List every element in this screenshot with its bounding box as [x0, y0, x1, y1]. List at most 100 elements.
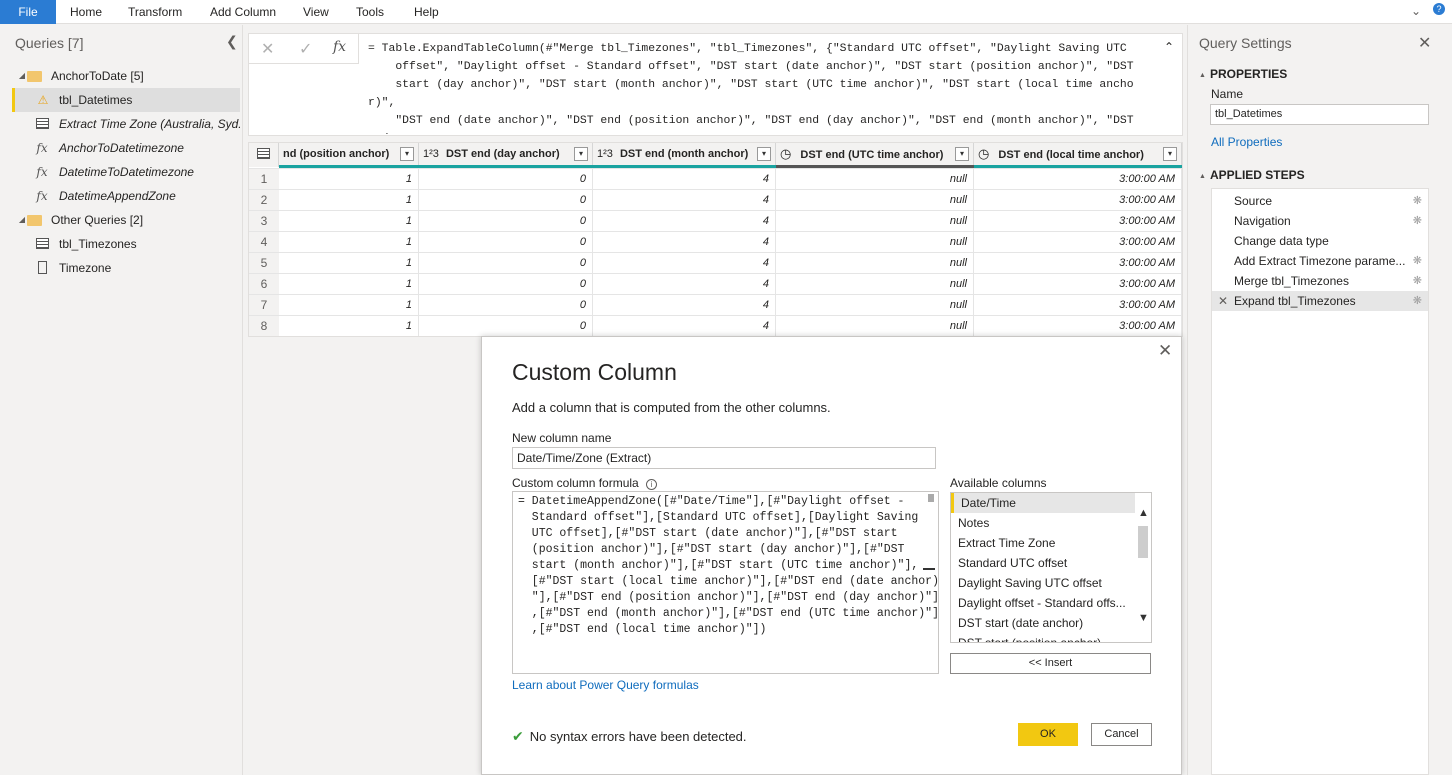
- query-name-input[interactable]: tbl_Datetimes: [1210, 104, 1429, 125]
- table-cell[interactable]: 0: [419, 274, 593, 294]
- step-merge-tbl-timezones[interactable]: Merge tbl_Timezones ❋: [1212, 271, 1428, 291]
- collapse-formula-icon[interactable]: ⌃: [1164, 40, 1174, 54]
- tab-home[interactable]: Home: [70, 0, 102, 24]
- time-type-icon[interactable]: ◷: [780, 143, 791, 165]
- all-properties-link[interactable]: All Properties: [1211, 135, 1282, 149]
- column-header-dst-end-local[interactable]: ◷ DST end (local time anchor) ▾: [974, 143, 1182, 167]
- table-row[interactable]: 6 1 0 4 null 3:00:00 AM: [249, 273, 1182, 294]
- number-type-icon[interactable]: 1²3: [597, 143, 613, 165]
- column-filter-icon[interactable]: ▾: [400, 147, 414, 161]
- query-item-extract-time-zone[interactable]: Extract Time Zone (Australia, Syd...: [12, 112, 240, 136]
- close-icon[interactable]: ✕: [1158, 341, 1172, 361]
- column-header-dst-end-month[interactable]: 1²3 DST end (month anchor) ▾: [593, 143, 776, 167]
- available-column-item[interactable]: DST start (date anchor): [951, 613, 1135, 633]
- table-cell[interactable]: 4: [593, 253, 776, 273]
- time-type-icon[interactable]: ◷: [978, 143, 989, 165]
- table-cell[interactable]: 4: [593, 316, 776, 336]
- column-header-dst-end-day[interactable]: 1²3 DST end (day anchor) ▾: [419, 143, 593, 167]
- table-cell[interactable]: 4: [593, 232, 776, 252]
- table-cell[interactable]: 0: [419, 211, 593, 231]
- table-cell[interactable]: 3:00:00 AM: [974, 232, 1182, 252]
- table-row[interactable]: 8 1 0 4 null 3:00:00 AM: [249, 315, 1182, 336]
- query-item-datetimetodatetimezone[interactable]: fx DatetimeToDatetimezone: [12, 160, 240, 184]
- column-header-position-anchor[interactable]: nd (position anchor) ▾: [279, 143, 419, 167]
- table-row[interactable]: 5 1 0 4 null 3:00:00 AM: [249, 252, 1182, 273]
- step-source[interactable]: Source ❋: [1212, 191, 1428, 211]
- table-cell[interactable]: 0: [419, 316, 593, 336]
- table-cell[interactable]: 1: [279, 295, 419, 315]
- column-filter-icon[interactable]: ▾: [955, 147, 969, 161]
- tab-transform[interactable]: Transform: [128, 0, 182, 24]
- formula-editor[interactable]: = DatetimeAppendZone([#"Date/Time"],[#"D…: [512, 491, 939, 674]
- table-cell[interactable]: null: [776, 316, 974, 336]
- query-group-other-queries[interactable]: ◢ Other Queries [2]: [12, 208, 240, 232]
- step-expand-tbl-timezones[interactable]: ✕ Expand tbl_Timezones ❋: [1212, 291, 1428, 311]
- table-cell[interactable]: 1: [279, 169, 419, 189]
- query-item-tbl-timezones[interactable]: tbl_Timezones: [12, 232, 240, 256]
- insert-button[interactable]: << Insert: [950, 653, 1151, 674]
- step-add-extract-timezone[interactable]: Add Extract Timezone parame... ❋: [1212, 251, 1428, 271]
- table-cell[interactable]: 3:00:00 AM: [974, 190, 1182, 210]
- cancel-button[interactable]: Cancel: [1091, 723, 1152, 746]
- delete-step-icon[interactable]: ✕: [1218, 291, 1228, 311]
- table-cell[interactable]: null: [776, 295, 974, 315]
- close-icon[interactable]: ✕: [1418, 33, 1431, 53]
- gear-icon[interactable]: ❋: [1413, 271, 1422, 291]
- tab-tools[interactable]: Tools: [356, 0, 384, 24]
- table-cell[interactable]: 4: [593, 274, 776, 294]
- help-icon[interactable]: ?: [1433, 3, 1445, 15]
- gear-icon[interactable]: ❋: [1413, 251, 1422, 271]
- row-number[interactable]: 7: [249, 295, 279, 315]
- table-cell[interactable]: 0: [419, 232, 593, 252]
- step-change-data-type[interactable]: Change data type: [1212, 231, 1428, 251]
- collapse-pane-icon[interactable]: ❮: [226, 33, 238, 50]
- table-cell[interactable]: 3:00:00 AM: [974, 211, 1182, 231]
- table-cell[interactable]: 3:00:00 AM: [974, 169, 1182, 189]
- tab-add-column[interactable]: Add Column: [210, 0, 276, 24]
- table-cell[interactable]: 1: [279, 232, 419, 252]
- table-cell[interactable]: 1: [279, 190, 419, 210]
- available-columns-scrollbar[interactable]: ▲ ▼: [1135, 493, 1151, 642]
- row-number[interactable]: 8: [249, 316, 279, 336]
- table-row[interactable]: 7 1 0 4 null 3:00:00 AM: [249, 294, 1182, 315]
- column-filter-icon[interactable]: ▾: [574, 147, 588, 161]
- table-cell[interactable]: 3:00:00 AM: [974, 253, 1182, 273]
- table-cell[interactable]: 0: [419, 169, 593, 189]
- table-cell[interactable]: 1: [279, 211, 419, 231]
- row-number[interactable]: 5: [249, 253, 279, 273]
- column-header-dst-end-utc[interactable]: ◷ DST end (UTC time anchor) ▾: [776, 143, 974, 167]
- table-row[interactable]: 4 1 0 4 null 3:00:00 AM: [249, 231, 1182, 252]
- table-cell[interactable]: null: [776, 232, 974, 252]
- table-cell[interactable]: null: [776, 190, 974, 210]
- scrollbar-thumb[interactable]: [1138, 526, 1148, 558]
- query-item-anchortodatetimezone[interactable]: fx AnchorToDatetimezone: [12, 136, 240, 160]
- table-cell[interactable]: 0: [419, 190, 593, 210]
- table-cell[interactable]: null: [776, 169, 974, 189]
- available-column-item[interactable]: Daylight Saving UTC offset: [951, 573, 1135, 593]
- number-type-icon[interactable]: 1²3: [423, 143, 439, 165]
- commit-formula-icon[interactable]: ✓: [299, 39, 312, 59]
- available-column-item[interactable]: Notes: [951, 513, 1135, 533]
- tab-view[interactable]: View: [303, 0, 329, 24]
- available-column-item[interactable]: Standard UTC offset: [951, 553, 1135, 573]
- applied-steps-header[interactable]: APPLIED STEPS: [1199, 168, 1305, 182]
- table-cell[interactable]: null: [776, 274, 974, 294]
- table-cell[interactable]: 0: [419, 295, 593, 315]
- table-cell[interactable]: null: [776, 253, 974, 273]
- query-group-anchortodate[interactable]: ◢ AnchorToDate [5]: [12, 64, 240, 88]
- gear-icon[interactable]: ❋: [1413, 191, 1422, 211]
- formula-scrollbar[interactable]: [923, 494, 935, 570]
- query-item-tbl-datetimes[interactable]: ⚠ tbl_Datetimes: [12, 88, 240, 112]
- row-number[interactable]: 2: [249, 190, 279, 210]
- ok-button[interactable]: OK: [1018, 723, 1078, 746]
- table-row[interactable]: 1 1 0 4 null 3:00:00 AM: [249, 168, 1182, 189]
- table-cell[interactable]: 0: [419, 253, 593, 273]
- table-cell[interactable]: 1: [279, 253, 419, 273]
- row-number[interactable]: 3: [249, 211, 279, 231]
- table-cell[interactable]: 4: [593, 295, 776, 315]
- gear-icon[interactable]: ❋: [1413, 291, 1422, 311]
- learn-formulas-link[interactable]: Learn about Power Query formulas: [512, 678, 699, 692]
- table-cell[interactable]: 4: [593, 169, 776, 189]
- tab-file[interactable]: File: [0, 0, 56, 24]
- query-item-timezone[interactable]: Timezone: [12, 256, 240, 280]
